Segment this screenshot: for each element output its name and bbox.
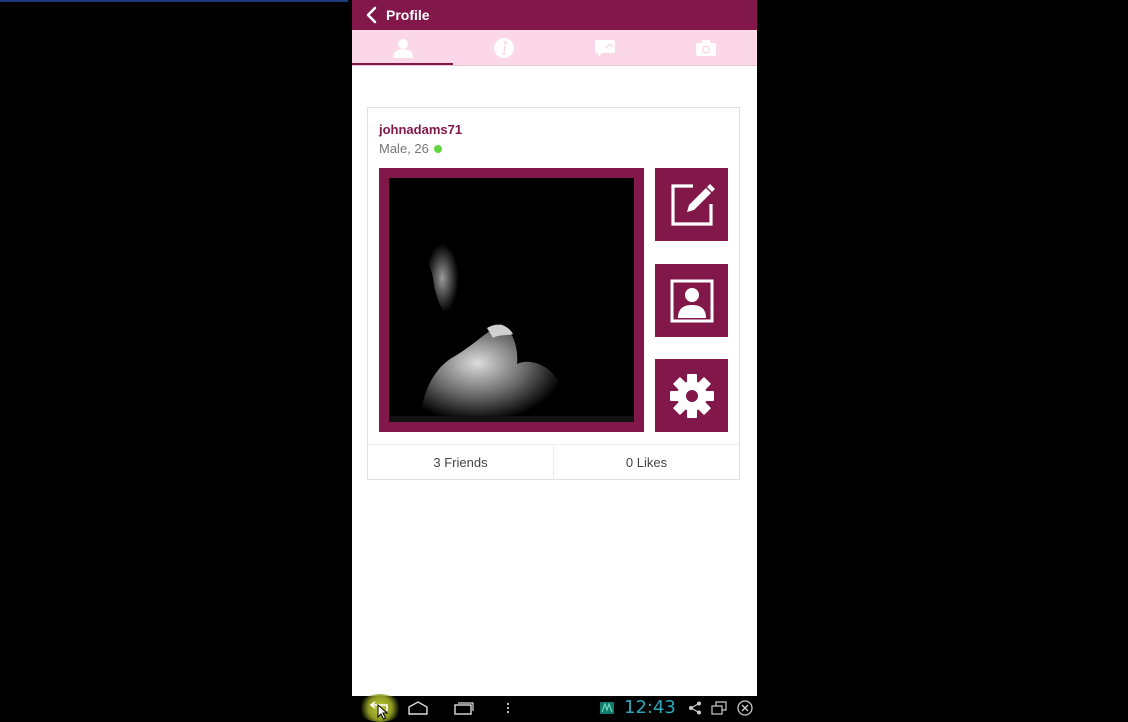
- back-button[interactable]: [356, 0, 386, 30]
- share-icon: [689, 701, 701, 715]
- tab-profile[interactable]: [352, 30, 454, 66]
- profile-photo-frame[interactable]: [379, 168, 644, 432]
- profile-photo: [389, 178, 634, 422]
- tab-photos[interactable]: [656, 30, 757, 66]
- change-avatar-button[interactable]: [655, 264, 728, 337]
- close-app-button[interactable]: [736, 696, 754, 720]
- camera-icon: [696, 40, 717, 56]
- person-icon: [392, 39, 413, 58]
- recent-apps-icon: [454, 702, 474, 715]
- more-vertical-icon: [506, 702, 510, 714]
- home-icon: [408, 701, 428, 715]
- system-navigation-bar: 12:43: [352, 694, 757, 722]
- tabs-divider: [352, 65, 757, 66]
- cursor-arrow-icon: [377, 704, 389, 720]
- edit-profile-button[interactable]: [655, 168, 728, 241]
- likes-count[interactable]: 0 Likes: [553, 445, 739, 480]
- profile-tabs: [352, 30, 757, 66]
- system-home-button[interactable]: [404, 696, 432, 720]
- gender-age-text: Male, 26: [379, 141, 429, 156]
- app-bar: Profile: [352, 0, 757, 30]
- info-icon: [493, 38, 514, 58]
- tab-info[interactable]: [453, 30, 554, 66]
- username: johnadams71: [379, 122, 463, 137]
- gender-age: Male, 26: [379, 141, 442, 156]
- status-app-indicator: [598, 696, 616, 720]
- host-window-edge: [0, 0, 348, 2]
- friends-count[interactable]: 3 Friends: [368, 445, 553, 480]
- profile-photo-image: [389, 178, 634, 422]
- system-menu-button[interactable]: [502, 696, 514, 720]
- share-button[interactable]: [686, 696, 704, 720]
- phone-screen: Profile johnadams71 Male, 26 3 Friends 0…: [352, 0, 757, 696]
- gear-icon: [669, 373, 714, 418]
- close-circle-icon: [737, 700, 753, 716]
- online-status-dot: [433, 144, 442, 153]
- tab-messages[interactable]: [555, 30, 656, 66]
- chevron-left-icon: [366, 6, 377, 24]
- profile-card: johnadams71 Male, 26 3 Friends 0 Likes: [367, 107, 740, 480]
- stats-row: 3 Friends 0 Likes: [368, 444, 739, 480]
- app-notification-icon: [600, 702, 614, 714]
- window-resize-button[interactable]: [710, 696, 728, 720]
- message-icon: [595, 40, 616, 57]
- system-recents-button[interactable]: [450, 696, 478, 720]
- status-clock: 12:43: [624, 697, 676, 718]
- edit-icon: [670, 183, 715, 226]
- user-portrait-icon: [670, 279, 713, 322]
- window-icon: [711, 701, 727, 715]
- settings-button[interactable]: [655, 359, 728, 432]
- page-title: Profile: [386, 7, 430, 23]
